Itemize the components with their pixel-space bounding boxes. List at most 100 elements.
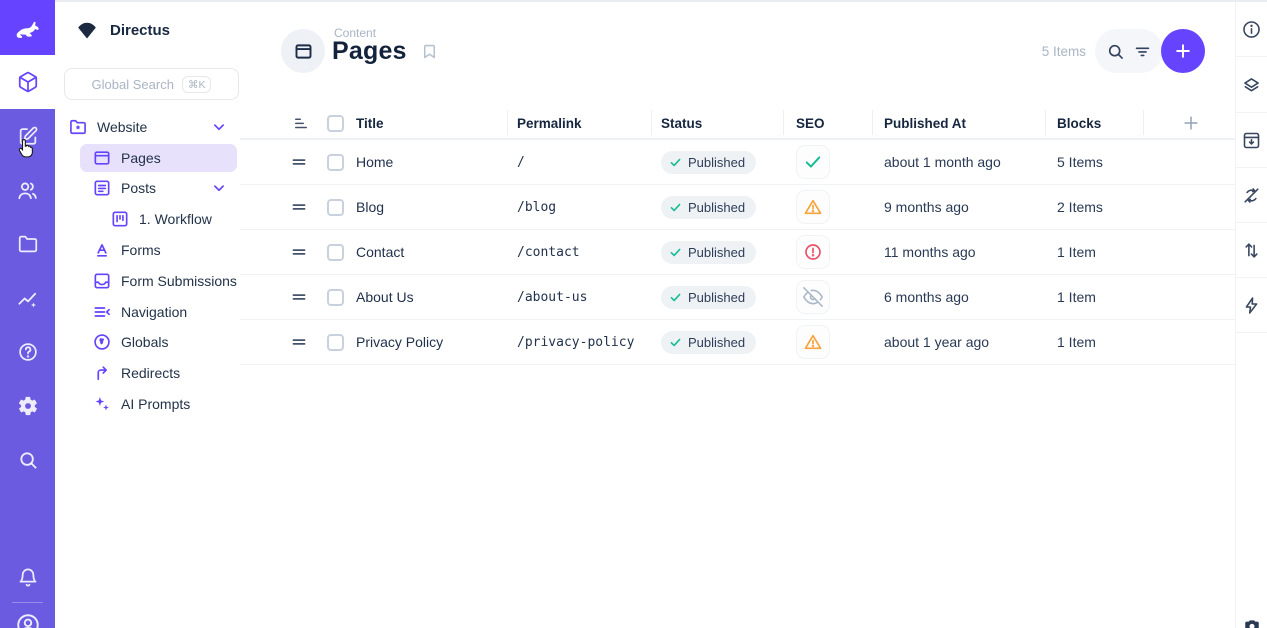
info-sidebar-button[interactable] — [1236, 2, 1267, 57]
row-permalink: /blog — [517, 185, 556, 229]
sidebar-item-label: AI Prompts — [121, 396, 190, 412]
search-button[interactable] — [1106, 42, 1125, 61]
folder-icon — [17, 233, 39, 255]
users-module[interactable] — [0, 163, 55, 217]
notifications-button[interactable] — [0, 550, 55, 604]
module-bar — [0, 0, 55, 628]
sidebar-item-website[interactable]: Website — [55, 112, 240, 142]
select-all-checkbox[interactable] — [327, 115, 344, 132]
kanban-icon — [110, 209, 130, 229]
column-header-status[interactable]: Status — [661, 107, 702, 140]
layout-options-button[interactable] — [1236, 58, 1267, 113]
seo-warning-icon — [796, 325, 830, 359]
help-module[interactable] — [0, 325, 55, 379]
sidebar-item-label: Globals — [121, 334, 168, 350]
flows-button[interactable] — [1236, 278, 1267, 333]
content-module[interactable] — [0, 55, 55, 109]
row-permalink: / — [517, 140, 525, 184]
row-blocks: 1 Item — [1057, 275, 1096, 319]
sparkles-icon — [92, 394, 112, 414]
drag-handle[interactable] — [290, 230, 308, 274]
status-label: Published — [688, 335, 745, 350]
row-blocks: 2 Items — [1057, 185, 1103, 229]
sidebar-item-label: Website — [97, 119, 147, 135]
table-row[interactable]: Home / Published about 1 month ago 5 Ite… — [240, 140, 1235, 185]
table-row[interactable]: Blog /blog Published 9 months ago 2 Item… — [240, 185, 1235, 230]
check-icon — [669, 336, 682, 349]
drag-handle[interactable] — [290, 185, 308, 229]
user-avatar[interactable] — [0, 612, 55, 628]
bell-icon — [17, 566, 39, 588]
insights-module[interactable] — [0, 271, 55, 325]
row-blocks: 1 Item — [1057, 320, 1096, 364]
bookmark-icon[interactable] — [420, 41, 439, 62]
plus-icon — [1173, 41, 1193, 61]
sort-field-button[interactable] — [1236, 223, 1267, 278]
table-row[interactable]: Contact /contact Published 11 months ago… — [240, 230, 1235, 275]
sidebar-item-ai-prompts[interactable]: AI Prompts — [55, 389, 240, 419]
drag-handle[interactable] — [290, 320, 308, 364]
row-checkbox[interactable] — [327, 199, 344, 216]
drag-handle[interactable] — [290, 140, 308, 184]
edit-icon — [17, 125, 39, 147]
sidebar-item-label: 1. Workflow — [139, 211, 212, 227]
row-blocks: 1 Item — [1057, 230, 1096, 274]
row-published-at: 9 months ago — [884, 185, 969, 229]
page-title: Pages — [332, 37, 407, 66]
column-header-published-at[interactable]: Published At — [884, 107, 966, 140]
column-header-blocks[interactable]: Blocks — [1057, 107, 1101, 140]
bottom-sidebar-button[interactable] — [1236, 617, 1267, 628]
right-sidebar — [1235, 2, 1267, 628]
sidebar-item-posts[interactable]: Posts — [55, 173, 240, 203]
global-search-input[interactable]: Global Search ⌘K — [64, 68, 239, 100]
add-column-button[interactable] — [1181, 113, 1201, 133]
editor-module[interactable] — [0, 109, 55, 163]
sidebar-item-globals[interactable]: Globals — [55, 327, 240, 357]
filter-icon — [1133, 42, 1152, 61]
items-table: Title Permalink Status SEO Published At … — [240, 107, 1235, 365]
sidebar-item-workflow[interactable]: 1. Workflow — [55, 204, 240, 234]
sync-disabled-button[interactable] — [1236, 168, 1267, 223]
status-label: Published — [688, 200, 745, 215]
column-header-permalink[interactable]: Permalink — [517, 107, 582, 140]
row-title: About Us — [356, 275, 414, 319]
sidebar-item-redirects[interactable]: Redirects — [55, 358, 240, 388]
sidebar-item-forms[interactable]: Forms — [55, 235, 240, 265]
collection-icon-badge — [281, 29, 325, 73]
sidebar-item-navigation[interactable]: Navigation — [55, 297, 240, 327]
row-checkbox[interactable] — [327, 334, 344, 351]
sidebar-item-form-submissions[interactable]: Form Submissions — [55, 266, 240, 296]
settings-module[interactable] — [0, 379, 55, 433]
check-icon — [669, 201, 682, 214]
insights-icon — [16, 287, 39, 310]
info-icon — [1241, 19, 1262, 40]
row-checkbox[interactable] — [327, 289, 344, 306]
module-bar-divider — [12, 602, 43, 603]
files-module[interactable] — [0, 217, 55, 271]
import-export-button[interactable] — [1236, 113, 1267, 168]
row-checkbox[interactable] — [327, 244, 344, 261]
directus-logo[interactable] — [0, 0, 55, 55]
column-header-seo[interactable]: SEO — [796, 107, 825, 140]
row-checkbox[interactable] — [327, 154, 344, 171]
table-body: Home / Published about 1 month ago 5 Ite… — [240, 140, 1235, 365]
column-header-title[interactable]: Title — [356, 107, 384, 140]
window-icon — [92, 148, 112, 168]
project-header[interactable]: Directus — [75, 18, 170, 42]
table-row[interactable]: Privacy Policy /privacy-policy Published… — [240, 320, 1235, 365]
drag-handle[interactable] — [290, 275, 308, 319]
chevron-down-icon[interactable] — [210, 118, 228, 136]
menu-open-icon — [92, 302, 112, 322]
sidebar-item-pages[interactable]: Pages — [55, 143, 240, 173]
settings-icon — [17, 395, 39, 417]
table-row[interactable]: About Us /about-us Published 6 months ag… — [240, 275, 1235, 320]
add-item-button[interactable] — [1161, 29, 1205, 73]
table-header: Title Permalink Status SEO Published At … — [240, 107, 1235, 140]
chevron-down-icon[interactable] — [210, 179, 228, 197]
search-shortcut-badge: ⌘K — [182, 76, 212, 93]
row-published-at: about 1 year ago — [884, 320, 989, 364]
filter-button[interactable] — [1133, 42, 1152, 61]
search-module[interactable] — [0, 433, 55, 487]
row-blocks: 5 Items — [1057, 140, 1103, 184]
manual-sort-icon[interactable] — [292, 114, 310, 132]
